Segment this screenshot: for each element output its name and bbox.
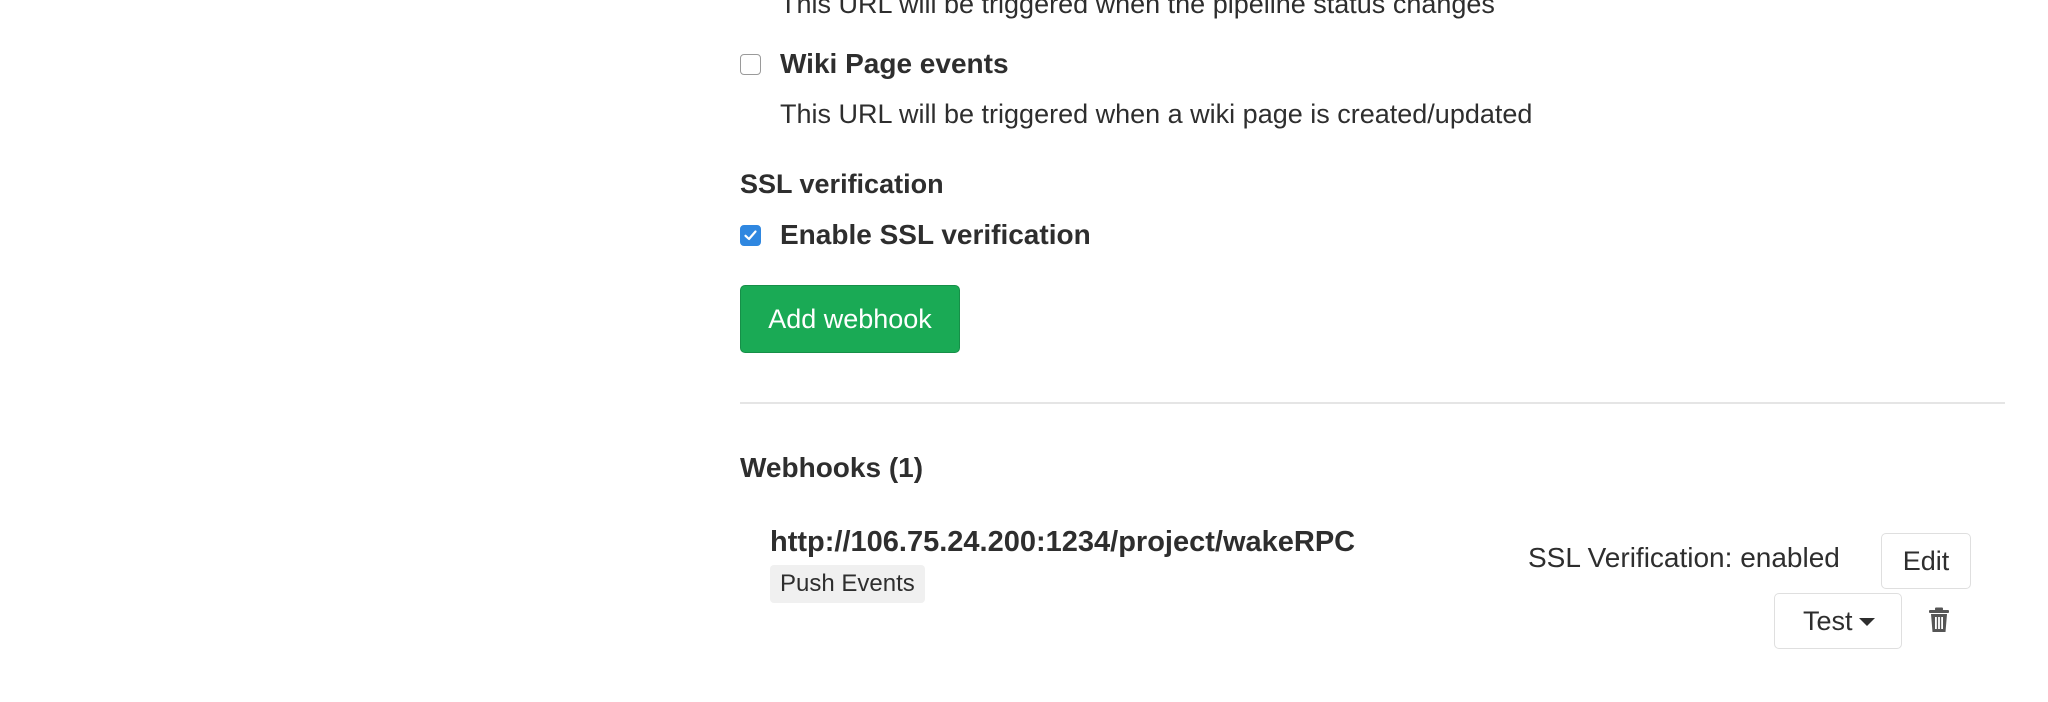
webhooks-settings-page: This URL will be triggered when the pipe… bbox=[0, 0, 2048, 702]
edit-webhook-button[interactable]: Edit bbox=[1881, 533, 1971, 589]
wiki-page-events-checkbox[interactable] bbox=[740, 54, 761, 75]
enable-ssl-verification-label[interactable]: Enable SSL verification bbox=[780, 218, 1091, 252]
caret-down-icon bbox=[1859, 618, 1875, 626]
add-webhook-button[interactable]: Add webhook bbox=[740, 285, 960, 353]
ssl-verification-heading: SSL verification bbox=[740, 169, 944, 199]
enable-ssl-verification-checkbox[interactable] bbox=[740, 225, 761, 246]
pipeline-events-help-text: This URL will be triggered when the pipe… bbox=[780, 0, 1495, 19]
webhook-event-badge: Push Events bbox=[770, 565, 925, 603]
webhook-ssl-status: SSL Verification: enabled bbox=[1528, 542, 1840, 573]
wiki-page-events-label[interactable]: Wiki Page events bbox=[780, 47, 1009, 81]
test-webhook-dropdown-button[interactable]: Test bbox=[1774, 593, 1902, 649]
wiki-page-events-help-text: This URL will be triggered when a wiki p… bbox=[780, 99, 1533, 129]
section-divider bbox=[740, 402, 2005, 404]
trash-icon[interactable] bbox=[1927, 607, 1951, 633]
check-icon bbox=[744, 230, 757, 241]
webhook-url: http://106.75.24.200:1234/project/wakeRP… bbox=[770, 526, 1356, 558]
webhooks-list-title: Webhooks (1) bbox=[740, 452, 924, 483]
test-button-label: Test bbox=[1803, 605, 1853, 636]
